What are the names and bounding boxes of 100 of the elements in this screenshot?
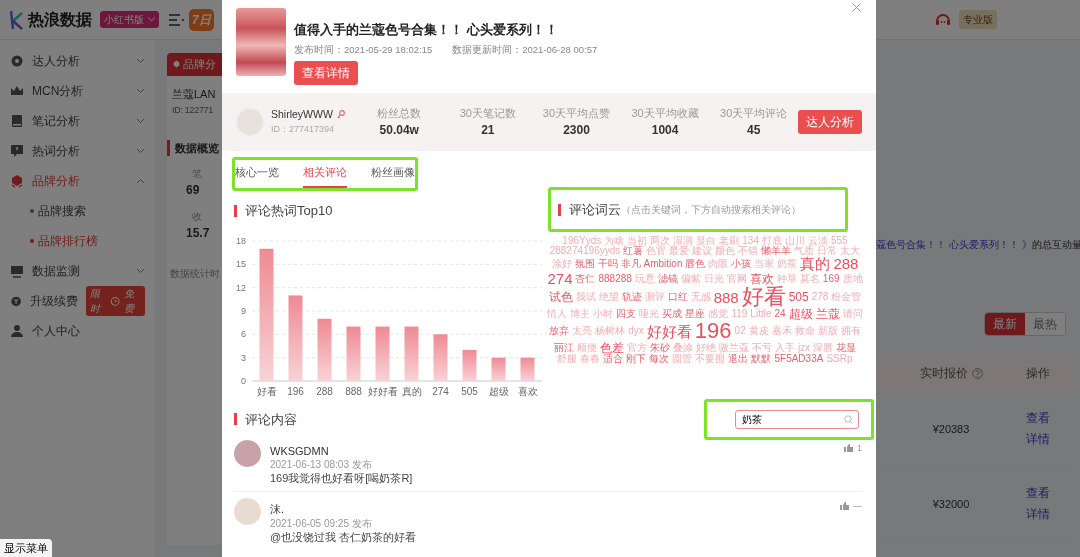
cloud-word[interactable]: Ambition [643, 258, 683, 269]
cloud-word[interactable]: 舒服 [557, 354, 578, 365]
cloud-word[interactable]: 叠涂 [672, 343, 693, 354]
cloud-word[interactable]: 适合 [603, 354, 624, 365]
cloud-word[interactable]: 老刷 [719, 236, 740, 247]
cloud-word[interactable]: 我试 [575, 292, 596, 303]
cloud-word[interactable]: 196Yyds [562, 236, 602, 247]
cloud-word[interactable]: 氛围 [574, 258, 595, 269]
cloud-word[interactable]: 顺便 [576, 343, 597, 354]
cloud-word[interactable]: 太大 [840, 246, 861, 257]
cloud-word[interactable]: 喜欢 [749, 272, 774, 285]
cloud-word[interactable]: 好好看 [646, 323, 692, 339]
promo-button[interactable]: 7日 [189, 8, 214, 31]
cloud-word[interactable]: 小时 [593, 309, 614, 320]
sidebar-subitem[interactable]: 品牌搜索 [38, 202, 86, 220]
sidebar-item[interactable]: 达人分析 [0, 46, 155, 76]
cloud-word[interactable]: 显白 [696, 236, 717, 247]
cloud-word[interactable]: 颜色 [715, 246, 736, 257]
cloud-word[interactable]: 粉金管 [831, 292, 862, 303]
cloud-word[interactable]: 云淡 [807, 236, 828, 247]
cloud-word[interactable]: 拥有 [840, 326, 861, 337]
cloud-word[interactable]: 无感 [690, 292, 711, 303]
cloud-word[interactable]: 兰蔻 [815, 308, 840, 321]
cloud-word[interactable]: dyx [628, 326, 644, 337]
cloud-word[interactable]: 嘉禾 [771, 326, 792, 337]
cloud-word[interactable]: 种草 [776, 273, 797, 284]
cloud-word[interactable]: 试色 [548, 291, 573, 304]
details-link[interactable]: 查看详情 [1026, 483, 1050, 525]
cloud-word[interactable]: 278 [811, 292, 829, 303]
cloud-word[interactable]: 杏仁 [575, 273, 596, 284]
cloud-word[interactable]: 放弃 [549, 326, 570, 337]
cloud-word[interactable]: 刚下 [626, 354, 647, 365]
cloud-word[interactable]: 非凡 [620, 258, 641, 269]
cloud-word[interactable]: 滤镜 [657, 273, 678, 284]
cloud-word[interactable]: 情人 [547, 309, 568, 320]
cloud-word[interactable]: 嗷兰蔻 [718, 343, 749, 354]
details-link[interactable]: 查看详情 [1026, 408, 1050, 450]
thumbs-up-icon[interactable] [844, 443, 853, 452]
analysis-button[interactable]: 达人分析 [798, 109, 862, 134]
cloud-word[interactable]: 丽江 [553, 343, 574, 354]
cloud-word[interactable]: 黄皮 [748, 326, 769, 337]
cloud-word[interactable]: 119 [731, 309, 748, 320]
cloud-word[interactable]: 轨迹 [621, 292, 642, 303]
cloud-word[interactable]: 太亮 [572, 326, 593, 337]
cloud-word[interactable]: 涂好 [551, 258, 572, 269]
search-field[interactable]: 奶茶 [735, 410, 859, 429]
cloud-word[interactable]: 红薯 [623, 246, 644, 257]
cloud-word[interactable]: 不要囤 [695, 354, 726, 365]
cloud-word[interactable]: 气质 [794, 246, 815, 257]
sidebar-item[interactable]: 品牌分析 [0, 166, 155, 196]
cloud-word[interactable]: 色差 [599, 342, 624, 355]
search-icon[interactable] [844, 414, 853, 424]
cloud-word[interactable]: 日常 [817, 246, 838, 257]
cloud-word[interactable]: 奶茶 [777, 258, 798, 269]
cloud-word[interactable]: 官方 [626, 343, 647, 354]
cloud-word[interactable]: 偏紫 [680, 273, 701, 284]
cloud-word[interactable]: 每次 [649, 354, 670, 365]
sidebar-item[interactable]: 数据监测 [0, 256, 155, 286]
cloud-word[interactable]: 杨树林 [595, 326, 626, 337]
cloud-word[interactable]: 买成 [662, 309, 683, 320]
cloud-word[interactable]: 5F5AD33A [774, 354, 824, 365]
cloud-word[interactable]: 朱砂 [649, 343, 670, 354]
cloud-word[interactable]: 为啥 [604, 236, 625, 247]
cloud-word[interactable]: 四支 [616, 309, 637, 320]
tab[interactable]: 相关评论 [303, 161, 347, 189]
cloud-word[interactable]: 169 [822, 273, 840, 284]
cloud-word[interactable]: 打底 [761, 236, 782, 247]
cloud-word[interactable]: 日光 [703, 273, 724, 284]
sidebar-item[interactable]: 个人中心 [0, 316, 155, 346]
sort-option[interactable]: 最热 [1025, 313, 1065, 335]
cloud-word[interactable]: 超级 [788, 308, 813, 321]
menu-icon[interactable] [169, 13, 185, 26]
thumbs-up-icon[interactable] [840, 502, 849, 511]
cloud-word[interactable]: 肉眼 [708, 258, 729, 269]
cloud-word[interactable]: 色官 [646, 246, 667, 257]
cloud-word[interactable]: 当家 [754, 258, 775, 269]
cloud-word[interactable]: 口红 [667, 292, 688, 303]
cloud-word[interactable]: 请问 [842, 309, 863, 320]
cloud-word[interactable]: 274 [547, 271, 573, 287]
cloud-word[interactable]: 好绝 [695, 343, 716, 354]
platform-dropdown[interactable]: 小红书版 [100, 11, 159, 28]
cloud-word[interactable]: 花显 [836, 343, 857, 354]
cloud-word[interactable]: 288 [833, 256, 859, 272]
cloud-word[interactable]: 山川 [784, 236, 805, 247]
cloud-word[interactable]: 深唇 [813, 343, 834, 354]
sidebar-item[interactable]: MCN分析 [0, 76, 155, 106]
view-details-button[interactable]: 查看详情 [294, 60, 358, 85]
cloud-word[interactable]: 春春 [580, 354, 601, 365]
cloud-word[interactable]: 玩意 [634, 273, 655, 284]
cloud-word[interactable]: 湿润 [673, 236, 694, 247]
cloud-word[interactable]: 干吗 [597, 258, 618, 269]
cloud-word[interactable]: 不错 [738, 246, 759, 257]
cloud-word[interactable]: 莫名 [799, 273, 820, 284]
close-icon[interactable] [852, 3, 861, 12]
cloud-word[interactable]: 星座 [685, 309, 706, 320]
tab[interactable]: 核心一览 [235, 161, 279, 189]
sidebar-item[interactable]: 笔记分析 [0, 106, 155, 136]
sidebar-subitem[interactable]: 品牌排行榜 [38, 232, 98, 250]
cloud-word[interactable]: Little [750, 309, 772, 320]
sidebar-item[interactable]: 升级续费 限时 免费 [0, 286, 155, 316]
